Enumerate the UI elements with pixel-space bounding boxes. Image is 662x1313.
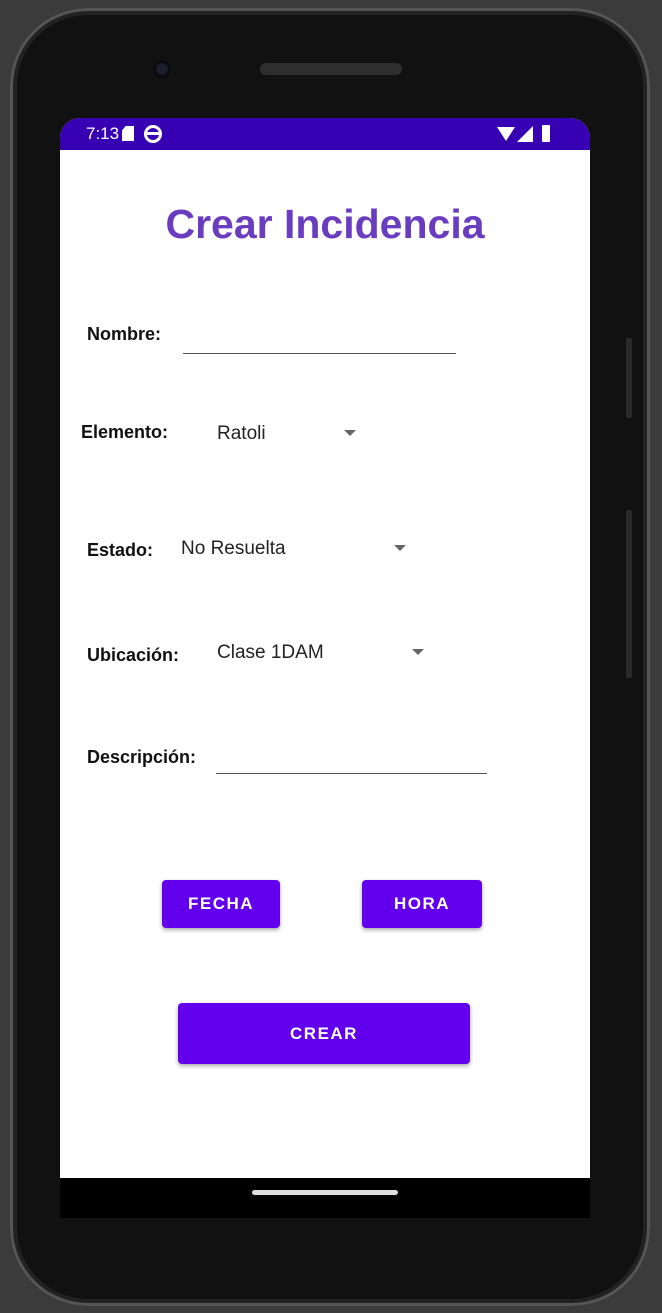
estado-value: No Resuelta [181,538,286,559]
signal-icon [517,126,533,142]
chevron-down-icon [344,430,356,436]
fecha-button[interactable]: FECHA [162,880,280,928]
front-camera [153,60,171,78]
elemento-label: Elemento: [81,422,169,442]
estado-spinner[interactable]: No Resuelta [175,530,415,566]
nombre-input[interactable] [183,327,456,354]
settings-icon [144,125,162,143]
sd-card-icon [122,126,134,141]
home-gesture-bar[interactable] [252,1190,398,1195]
elemento-spinner[interactable]: Ratoli [210,414,370,450]
ubicacion-spinner[interactable]: Clase 1DAM [210,633,435,669]
battery-icon [542,125,550,142]
ubicacion-label: Ubicación: [87,645,180,665]
nombre-label: Nombre: [87,324,162,344]
navigation-bar [60,1178,590,1218]
crear-button[interactable]: CREAR [178,1003,470,1064]
volume-button [626,510,632,678]
descripcion-label: Descripción: [87,747,197,767]
status-bar: 7:13 [60,118,590,150]
wifi-icon [497,127,515,141]
estado-label: Estado: [87,540,154,560]
hora-button[interactable]: HORA [362,880,482,928]
earpiece-speaker [260,63,402,75]
power-button [626,338,632,418]
elemento-value: Ratoli [217,423,266,444]
status-time: 7:13 [86,124,120,143]
chevron-down-icon [394,545,406,551]
ubicacion-value: Clase 1DAM [217,642,324,663]
descripcion-input[interactable] [216,747,487,774]
page-title: Crear Incidencia [165,201,485,247]
app-screen: 7:13 Crear Incidencia Nombre: Elemento: … [60,118,590,1178]
chevron-down-icon [412,649,424,655]
